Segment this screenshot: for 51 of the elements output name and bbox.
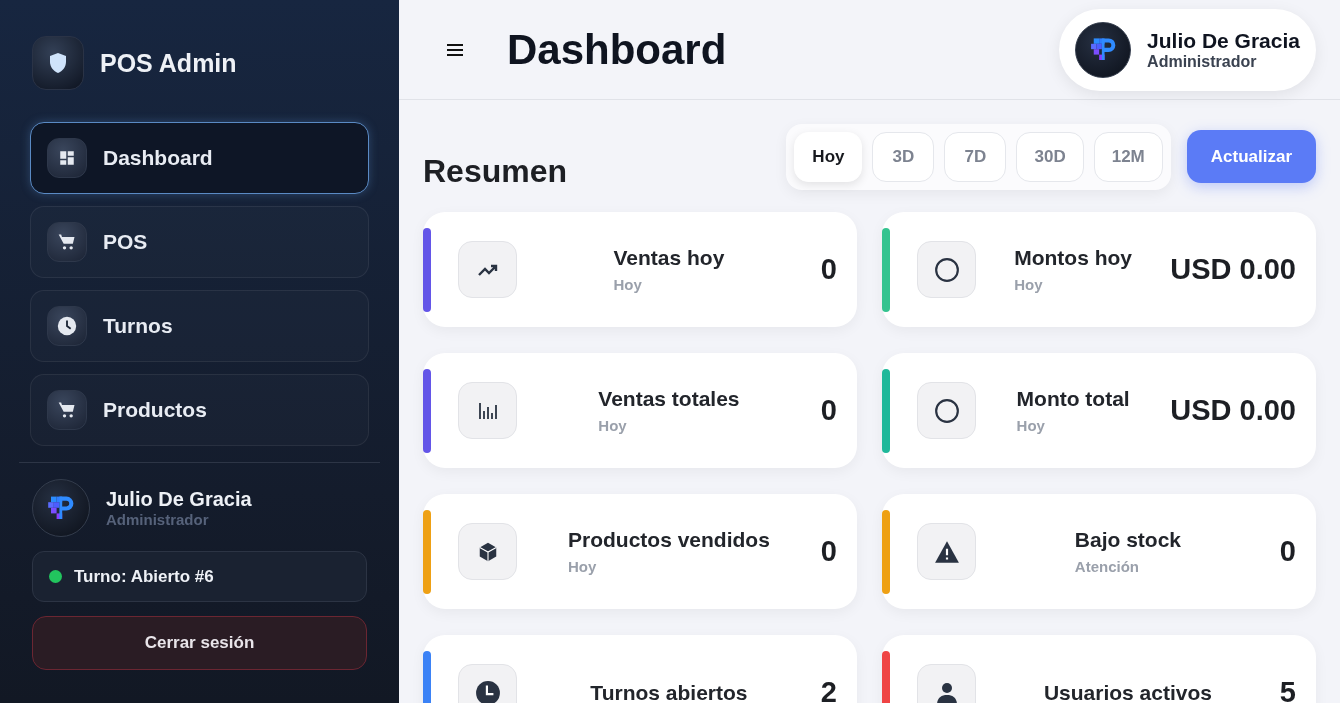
user-name: Julio De Gracia xyxy=(106,488,252,511)
bar-chart-icon xyxy=(458,382,517,439)
stat-subtitle: Hoy xyxy=(598,417,628,434)
range-tab[interactable]: 12M xyxy=(1093,132,1163,182)
stat-value: 0 xyxy=(820,535,837,568)
app-title: POS Admin xyxy=(100,48,237,78)
range-tab[interactable]: 7D xyxy=(944,132,1007,182)
range-tab[interactable]: Hoy xyxy=(794,132,863,182)
nav-item[interactable]: Turnos xyxy=(30,290,369,362)
range-tab[interactable]: 3D xyxy=(872,132,935,182)
shield-logo-icon xyxy=(32,36,84,90)
stat-title: Usuarios activos xyxy=(1043,680,1212,703)
user-role: Administrador xyxy=(106,511,210,528)
logout-button[interactable]: Cerrar sesión xyxy=(32,616,367,670)
stat-title: Turnos abiertos xyxy=(590,680,748,703)
stat-title: Ventas totales xyxy=(598,387,740,411)
stat-title: Productos vendidos xyxy=(568,528,770,552)
user-role: Administrador xyxy=(1147,52,1258,71)
page-title: Dashboard xyxy=(507,25,727,74)
cart-icon xyxy=(47,390,87,430)
stat-value: 2 xyxy=(820,676,837,703)
stat-title: Montos hoy xyxy=(1014,246,1133,270)
stat-title: Bajo stock xyxy=(1074,528,1182,552)
stat-value: USD 0.00 xyxy=(1170,394,1296,427)
range-tab[interactable]: 30D xyxy=(1016,132,1084,182)
stat-subtitle: Hoy xyxy=(613,276,643,293)
stat-value: 0 xyxy=(1279,535,1296,568)
trend-up-icon xyxy=(458,241,517,298)
stat-subtitle: Atención xyxy=(1074,558,1140,575)
nav-item[interactable]: Dashboard xyxy=(30,122,369,194)
warning-icon xyxy=(917,523,976,580)
user-chip[interactable]: Julio De Gracia Administrador xyxy=(1059,8,1316,91)
refresh-button[interactable]: Actualizar xyxy=(1186,130,1316,183)
stat-value: 5 xyxy=(1279,676,1296,703)
user-name: Julio De Gracia xyxy=(1147,28,1300,53)
cart-icon xyxy=(47,222,87,262)
nav-item[interactable]: POS xyxy=(30,206,369,278)
stat-value: USD 0.00 xyxy=(1170,253,1296,286)
stat-subtitle: Hoy xyxy=(568,558,598,575)
section-title: Resumen xyxy=(423,153,568,190)
nav-item[interactable]: Productos xyxy=(30,374,369,446)
shift-label: Turno: Abierto #6 xyxy=(74,566,214,587)
clock-icon xyxy=(47,306,87,346)
stat-title: Ventas hoy xyxy=(613,246,725,270)
stat-subtitle: Hoy xyxy=(1014,276,1044,293)
stat-value: 0 xyxy=(820,253,837,286)
stat-title: Monto total xyxy=(1016,387,1130,411)
cube-icon xyxy=(458,523,517,580)
stat-subtitle: Hoy xyxy=(1016,417,1046,434)
grid-icon xyxy=(47,138,87,178)
stat-value: 0 xyxy=(820,394,837,427)
